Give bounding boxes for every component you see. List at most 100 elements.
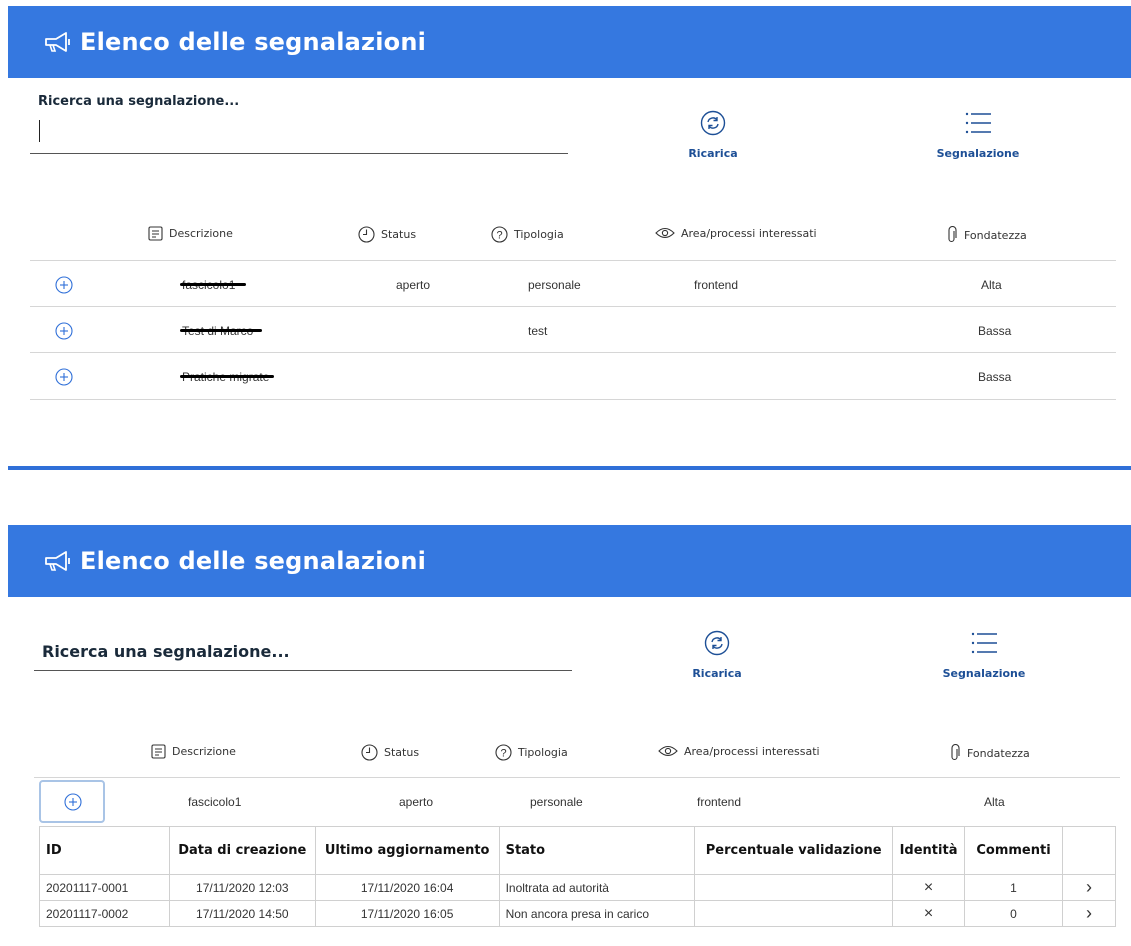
col-status-label: Status bbox=[381, 228, 417, 241]
th-created: Data di creazione bbox=[168, 826, 316, 875]
reload-button[interactable]: Ricarica bbox=[667, 630, 767, 682]
col-status[interactable]: Status bbox=[358, 226, 416, 243]
search-caret bbox=[39, 120, 40, 142]
row-status: aperto bbox=[396, 278, 431, 292]
reload-icon bbox=[704, 630, 730, 656]
cell-created: 17/11/2020 12:03 bbox=[168, 874, 316, 901]
reload-label: Ricarica bbox=[692, 667, 742, 680]
reports-detail-table: ID Data di creazione Ultimo aggiornament… bbox=[39, 826, 1116, 927]
cell-updated: 17/11/2020 16:04 bbox=[314, 874, 500, 901]
col-fondatezza-label: Fondatezza bbox=[967, 746, 1030, 760]
col-fondatezza-label: Fondatezza bbox=[964, 228, 1027, 242]
reload-button[interactable]: Ricarica bbox=[663, 110, 763, 162]
chevron-right-icon[interactable]: › bbox=[1062, 900, 1116, 927]
search-input[interactable] bbox=[30, 153, 568, 154]
paperclip-icon bbox=[951, 744, 960, 761]
row-fondatezza: Alta bbox=[984, 795, 1005, 809]
row-fondatezza: Bassa bbox=[978, 324, 1012, 338]
row-area: frontend bbox=[697, 795, 742, 809]
expand-plus-icon bbox=[64, 793, 82, 811]
th-validation: Percentuale validazione bbox=[694, 826, 894, 875]
svg-text:?: ? bbox=[496, 230, 502, 242]
identity-x-icon: × bbox=[892, 874, 966, 901]
col-tipologia[interactable]: ? Tipologia bbox=[495, 744, 568, 761]
col-tipologia-label: Tipologia bbox=[514, 228, 564, 241]
col-descrizione-label: Descrizione bbox=[169, 227, 233, 240]
eye-icon bbox=[655, 227, 675, 239]
page-title: Elenco delle segnalazioni bbox=[80, 28, 427, 56]
panel-list-expanded: Elenco delle segnalazioni Ricerca una se… bbox=[8, 525, 1131, 946]
row-tipologia: personale bbox=[528, 278, 581, 292]
page-header: Elenco delle segnalazioni bbox=[8, 6, 1131, 78]
cell-comments: 0 bbox=[964, 900, 1063, 927]
row-tipologia: test bbox=[528, 324, 548, 338]
report-button[interactable]: Segnalazione bbox=[928, 110, 1028, 162]
note-icon bbox=[151, 744, 166, 759]
table-row[interactable]: 20201117-0001 17/11/2020 12:03 17/11/202… bbox=[39, 874, 1116, 901]
cell-created: 17/11/2020 14:50 bbox=[168, 900, 316, 927]
search-input[interactable] bbox=[34, 670, 572, 671]
reload-label: Ricarica bbox=[688, 147, 738, 160]
paperclip-icon bbox=[948, 226, 957, 243]
search-label: Ricerca una segnalazione... bbox=[42, 642, 290, 661]
expand-button-active[interactable] bbox=[39, 780, 105, 823]
row-divider bbox=[30, 399, 1116, 400]
chevron-right-icon[interactable]: › bbox=[1062, 874, 1116, 901]
row-area: frontend bbox=[694, 278, 739, 292]
th-id: ID bbox=[39, 826, 170, 875]
megaphone-icon bbox=[45, 551, 70, 571]
col-descrizione[interactable]: Descrizione bbox=[151, 744, 236, 759]
th-identity: Identità bbox=[892, 826, 966, 875]
report-button[interactable]: Segnalazione bbox=[934, 630, 1034, 682]
question-icon: ? bbox=[495, 744, 512, 761]
eye-icon bbox=[658, 745, 678, 757]
cell-validation bbox=[694, 874, 894, 901]
cell-state: Non ancora presa in carico bbox=[498, 900, 696, 927]
row-divider bbox=[30, 352, 1116, 353]
expand-plus-icon[interactable] bbox=[55, 322, 73, 340]
divider bbox=[34, 777, 1120, 778]
page-header: Elenco delle segnalazioni bbox=[8, 525, 1131, 597]
panel-bottom-border bbox=[8, 466, 1131, 470]
th-updated: Ultimo aggiornamento bbox=[314, 826, 500, 875]
redaction-mark bbox=[180, 375, 274, 378]
th-action bbox=[1062, 826, 1116, 875]
table-row[interactable]: 20201117-0002 17/11/2020 14:50 17/11/202… bbox=[39, 900, 1116, 927]
divider bbox=[30, 260, 1116, 261]
col-area-label: Area/processi interessati bbox=[681, 226, 817, 240]
redaction-mark bbox=[180, 283, 246, 286]
col-descrizione[interactable]: Descrizione bbox=[148, 226, 233, 241]
list-icon bbox=[971, 632, 997, 654]
list-icon bbox=[965, 112, 991, 134]
expand-plus-icon[interactable] bbox=[55, 276, 73, 294]
redaction-mark bbox=[180, 329, 262, 332]
report-label: Segnalazione bbox=[942, 667, 1026, 680]
cell-state: Inoltrata ad autorità bbox=[498, 874, 696, 901]
megaphone-icon bbox=[45, 32, 70, 52]
col-area[interactable]: Area/processi interessati bbox=[658, 744, 820, 758]
question-icon: ? bbox=[491, 226, 508, 243]
col-descrizione-label: Descrizione bbox=[172, 745, 236, 758]
svg-text:?: ? bbox=[500, 748, 506, 760]
cell-id: 20201117-0001 bbox=[39, 874, 170, 901]
search-label: Ricerca una segnalazione... bbox=[38, 94, 240, 109]
row-tipologia: personale bbox=[530, 795, 583, 809]
expand-plus-icon[interactable] bbox=[55, 368, 73, 386]
row-fondatezza: Alta bbox=[981, 278, 1002, 292]
col-area[interactable]: Area/processi interessati bbox=[655, 226, 817, 240]
page-title: Elenco delle segnalazioni bbox=[80, 547, 427, 575]
col-status-label: Status bbox=[384, 746, 420, 759]
col-tipologia[interactable]: ? Tipologia bbox=[491, 226, 564, 243]
col-status[interactable]: Status bbox=[361, 744, 419, 761]
clock-icon bbox=[358, 226, 375, 243]
cell-validation bbox=[694, 900, 894, 927]
col-tipologia-label: Tipologia bbox=[518, 746, 568, 759]
th-state: Stato bbox=[498, 826, 696, 875]
row-divider bbox=[30, 306, 1116, 307]
row-fondatezza: Bassa bbox=[978, 370, 1012, 384]
col-fondatezza[interactable]: Fondatezza bbox=[946, 226, 1027, 244]
panel-list-collapsed: Elenco delle segnalazioni Ricerca una se… bbox=[8, 6, 1131, 470]
th-comments: Commenti bbox=[964, 826, 1063, 875]
col-fondatezza[interactable]: Fondatezza bbox=[949, 744, 1030, 762]
identity-x-icon: × bbox=[892, 900, 966, 927]
